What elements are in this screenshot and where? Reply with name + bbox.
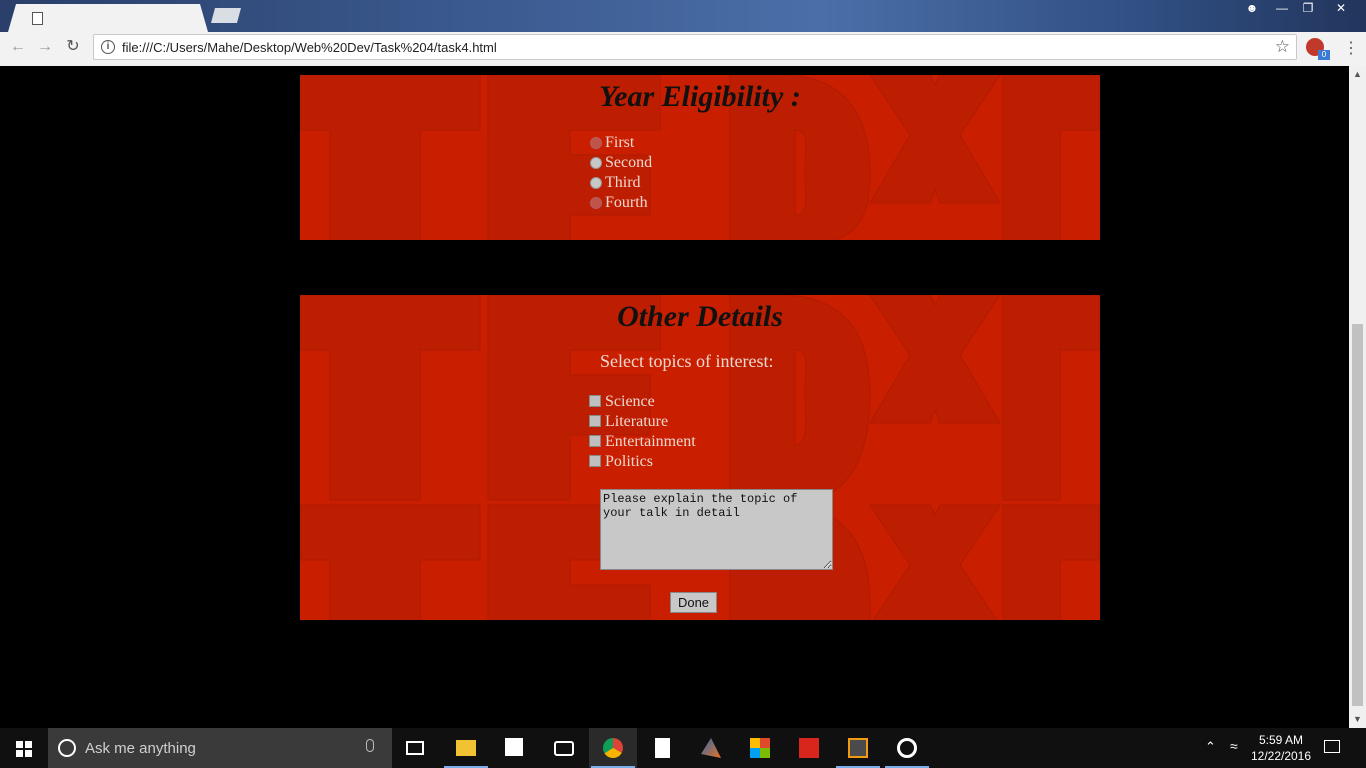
media-app[interactable]	[883, 728, 931, 768]
checkbox-politics[interactable]	[589, 455, 601, 467]
scroll-down-arrow-icon[interactable]: ▼	[1353, 714, 1362, 724]
address-bar[interactable]: i file:///C:/Users/Mahe/Desktop/Web%20De…	[93, 34, 1297, 60]
matlab-app[interactable]	[687, 728, 735, 768]
office-app[interactable]	[736, 728, 784, 768]
year-option-second[interactable]: Second	[590, 153, 652, 173]
year-option-third[interactable]: Third	[590, 173, 641, 193]
camera-icon	[554, 741, 574, 756]
url-text[interactable]: file:///C:/Users/Mahe/Desktop/Web%20Dev/…	[122, 40, 497, 55]
chrome-icon	[603, 738, 623, 758]
radio-fourth[interactable]	[590, 197, 602, 209]
task-view-button[interactable]	[392, 728, 440, 768]
chrome-app[interactable]	[589, 728, 637, 768]
restore-button[interactable]: ❐	[1294, 0, 1322, 18]
file-explorer-app[interactable]	[442, 728, 490, 768]
menu-icon[interactable]: ⋮	[1343, 38, 1359, 58]
clock-time: 5:59 AM	[1258, 733, 1304, 747]
year-option-first[interactable]: First	[590, 133, 634, 153]
radio-second[interactable]	[590, 157, 602, 169]
forward-arrow-icon[interactable]: →	[35, 38, 55, 56]
browser-tab[interactable]	[8, 4, 208, 32]
talk-details-textarea[interactable]: Please explain the topic of your talk in…	[600, 489, 833, 570]
back-arrow-icon[interactable]: ←	[8, 38, 28, 56]
topic-entertainment[interactable]: Entertainment	[589, 432, 696, 452]
topic-literature[interactable]: Literature	[589, 412, 668, 432]
tedx-background-graphic	[300, 295, 1100, 620]
windows-logo-icon	[16, 741, 32, 757]
start-button[interactable]	[0, 728, 48, 768]
windows-taskbar: Ask me anything ⌃ ≈ 5:59 AM 12/22/2016	[0, 728, 1366, 768]
cortana-search-box[interactable]: Ask me anything	[48, 728, 392, 768]
radio-first[interactable]	[590, 137, 602, 149]
cortana-icon	[58, 739, 76, 757]
topic-science[interactable]: Science	[589, 392, 655, 412]
camera-app[interactable]	[540, 728, 588, 768]
year-eligibility-title: Year Eligibility :	[599, 80, 801, 113]
checkbox-entertainment[interactable]	[589, 435, 601, 447]
other-details-panel: Other Details Select topics of interest:…	[300, 295, 1100, 620]
sublime-icon	[848, 738, 868, 758]
scroll-up-arrow-icon[interactable]: ▲	[1353, 69, 1362, 79]
done-button[interactable]: Done	[670, 592, 717, 613]
store-bag-icon	[505, 738, 523, 756]
clock-date: 12/22/2016	[1250, 749, 1312, 763]
new-tab-button[interactable]	[211, 8, 241, 23]
minimize-button[interactable]: —	[1268, 0, 1296, 18]
scrollbar-thumb[interactable]	[1352, 324, 1363, 706]
checkbox-literature[interactable]	[589, 415, 601, 427]
reload-icon[interactable]: ↻	[63, 38, 83, 56]
extension-badge: 0	[1318, 50, 1330, 60]
search-placeholder: Ask me anything	[85, 740, 196, 757]
store-app[interactable]	[491, 728, 539, 768]
sublime-app[interactable]	[834, 728, 882, 768]
circle-target-icon	[897, 738, 917, 758]
info-icon[interactable]: i	[101, 40, 115, 54]
profile-icon[interactable]: ☻	[1238, 0, 1266, 18]
task-view-icon	[406, 741, 424, 755]
page-icon	[32, 12, 43, 25]
page-scrollbar[interactable]: ▲ ▼	[1349, 66, 1366, 728]
notepad-app[interactable]	[638, 728, 686, 768]
bookmark-star-icon[interactable]: ☆	[1275, 37, 1290, 57]
page-viewport: Year Eligibility : First Second Third Fo…	[0, 66, 1349, 728]
browser-titlebar: ☻ — ❐ ✕	[0, 0, 1366, 32]
topics-label: Select topics of interest:	[600, 351, 774, 371]
system-clock[interactable]: 5:59 AM 12/22/2016	[1248, 732, 1314, 764]
radio-third[interactable]	[590, 177, 602, 189]
acrobat-app[interactable]	[785, 728, 833, 768]
acrobat-icon	[799, 738, 819, 758]
matlab-icon	[701, 738, 721, 758]
close-button[interactable]: ✕	[1327, 0, 1355, 18]
microphone-icon[interactable]	[366, 739, 374, 752]
office-icon	[750, 738, 770, 758]
year-eligibility-panel: Year Eligibility : First Second Third Fo…	[300, 75, 1100, 240]
topic-politics[interactable]: Politics	[589, 452, 653, 472]
year-option-fourth[interactable]: Fourth	[590, 193, 648, 213]
folder-icon	[456, 740, 476, 756]
other-details-title: Other Details	[617, 300, 783, 333]
checkbox-science[interactable]	[589, 395, 601, 407]
document-icon	[655, 738, 670, 758]
